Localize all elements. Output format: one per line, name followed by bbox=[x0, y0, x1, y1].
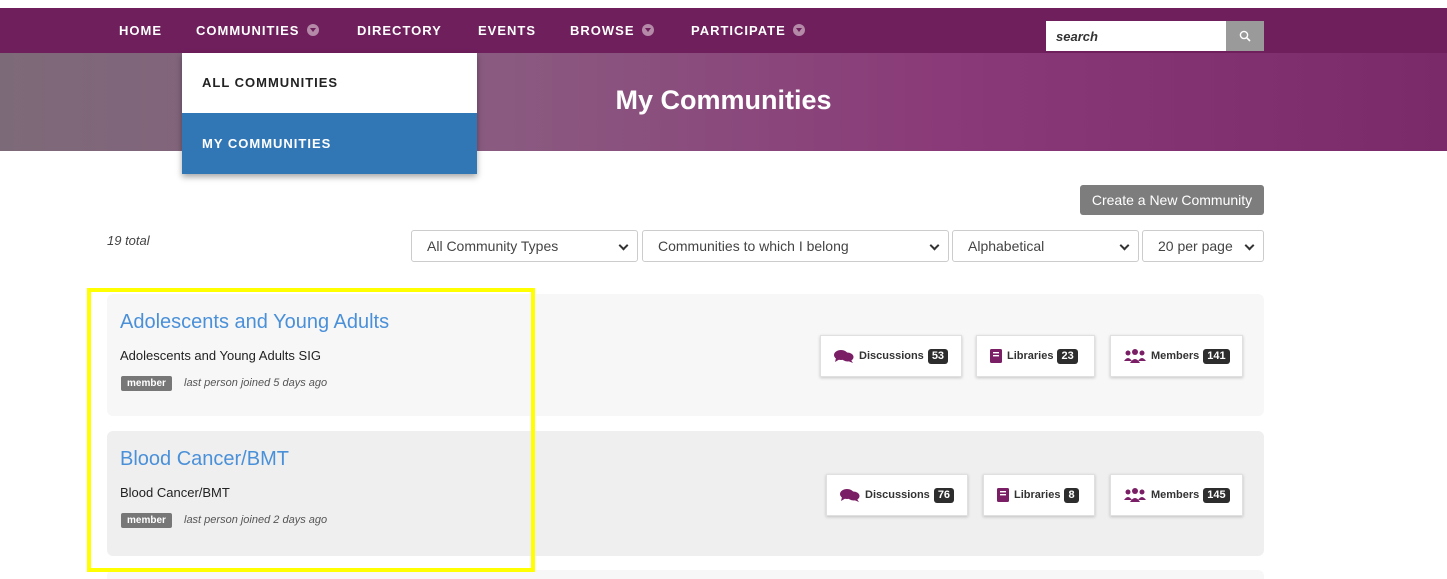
nav-browse-label: BROWSE bbox=[570, 23, 635, 38]
users-icon bbox=[1124, 349, 1146, 363]
chevron-down-icon bbox=[929, 240, 940, 251]
chat-bubbles-icon bbox=[840, 489, 860, 502]
nav-home-label: HOME bbox=[119, 23, 162, 38]
nav-participate-label: PARTICIPATE bbox=[691, 23, 786, 38]
libraries-count: 8 bbox=[1064, 487, 1079, 503]
community-type-select-value: All Community Types bbox=[427, 238, 559, 254]
per-page-select-value: 20 per page bbox=[1158, 238, 1233, 254]
search-icon bbox=[1239, 30, 1251, 42]
nav-directory[interactable]: DIRECTORY bbox=[357, 8, 442, 53]
menu-item-all-communities[interactable]: ALL COMMUNITIES bbox=[182, 53, 477, 113]
members-label: Members bbox=[1151, 350, 1200, 362]
libraries-button[interactable]: Libraries 23 bbox=[976, 335, 1095, 377]
libraries-button[interactable]: Libraries 8 bbox=[983, 474, 1095, 516]
membership-filter-select[interactable]: Communities to which I belong bbox=[642, 230, 949, 262]
nav-home[interactable]: HOME bbox=[119, 8, 162, 53]
membership-filter-select-value: Communities to which I belong bbox=[658, 238, 849, 254]
book-icon bbox=[997, 488, 1009, 502]
libraries-label: Libraries bbox=[1007, 350, 1054, 362]
community-description: Blood Cancer/BMT bbox=[120, 485, 230, 500]
chevron-down-circle-icon bbox=[307, 24, 320, 36]
nav-communities-label: COMMUNITIES bbox=[196, 23, 300, 38]
members-count: 145 bbox=[1203, 487, 1230, 503]
chevron-down-circle-icon bbox=[642, 24, 655, 36]
discussions-count: 53 bbox=[927, 348, 949, 364]
sort-select[interactable]: Alphabetical bbox=[952, 230, 1139, 262]
chevron-down-icon bbox=[618, 240, 629, 251]
discussions-button[interactable]: Discussions 76 bbox=[826, 474, 968, 516]
nav-communities[interactable]: COMMUNITIES bbox=[196, 8, 320, 53]
community-title-link[interactable]: Adolescents and Young Adults bbox=[120, 311, 389, 334]
member-badge: member bbox=[121, 376, 172, 391]
libraries-count: 23 bbox=[1057, 348, 1078, 364]
total-count: 19 total bbox=[107, 233, 150, 248]
community-title-link[interactable]: Blood Cancer/BMT bbox=[120, 448, 289, 471]
libraries-label: Libraries bbox=[1014, 489, 1061, 501]
book-icon bbox=[990, 349, 1002, 363]
members-label: Members bbox=[1151, 489, 1200, 501]
chevron-down-circle-icon bbox=[793, 24, 806, 36]
community-card-partial bbox=[107, 570, 1264, 579]
members-button[interactable]: Members 141 bbox=[1110, 335, 1243, 377]
search-button[interactable] bbox=[1226, 21, 1264, 51]
discussions-label: Discussions bbox=[865, 489, 930, 501]
communities-dropdown-menu: ALL COMMUNITIES MY COMMUNITIES bbox=[182, 53, 477, 174]
nav-events-label: EVENTS bbox=[478, 23, 537, 38]
nav-directory-label: DIRECTORY bbox=[357, 23, 442, 38]
community-description: Adolescents and Young Adults SIG bbox=[120, 348, 321, 363]
top-navigation: HOME COMMUNITIES DIRECTORY EVENTS BROWSE… bbox=[0, 8, 1447, 53]
members-button[interactable]: Members 145 bbox=[1110, 474, 1243, 516]
sort-select-value: Alphabetical bbox=[968, 238, 1045, 254]
last-joined-text: last person joined 5 days ago bbox=[184, 377, 328, 389]
per-page-select[interactable]: 20 per page bbox=[1142, 230, 1264, 262]
members-count: 141 bbox=[1203, 348, 1230, 364]
menu-item-my-communities[interactable]: MY COMMUNITIES bbox=[182, 113, 477, 174]
discussions-count: 76 bbox=[933, 487, 955, 503]
chevron-down-icon bbox=[1244, 240, 1255, 251]
nav-events[interactable]: EVENTS bbox=[478, 8, 536, 53]
chat-bubbles-icon bbox=[834, 350, 854, 363]
discussions-button[interactable]: Discussions 53 bbox=[820, 335, 962, 377]
nav-participate[interactable]: PARTICIPATE bbox=[691, 8, 806, 53]
community-type-select[interactable]: All Community Types bbox=[411, 230, 638, 262]
users-icon bbox=[1124, 488, 1146, 502]
create-community-button[interactable]: Create a New Community bbox=[1080, 185, 1264, 215]
member-badge: member bbox=[121, 513, 172, 528]
nav-browse[interactable]: BROWSE bbox=[570, 8, 655, 53]
chevron-down-icon bbox=[1119, 240, 1130, 251]
last-joined-text: last person joined 2 days ago bbox=[184, 514, 328, 526]
community-card: Blood Cancer/BMT Blood Cancer/BMT member… bbox=[107, 431, 1264, 556]
discussions-label: Discussions bbox=[859, 350, 924, 362]
community-card: Adolescents and Young Adults Adolescents… bbox=[107, 294, 1264, 416]
search-input[interactable] bbox=[1046, 21, 1226, 51]
